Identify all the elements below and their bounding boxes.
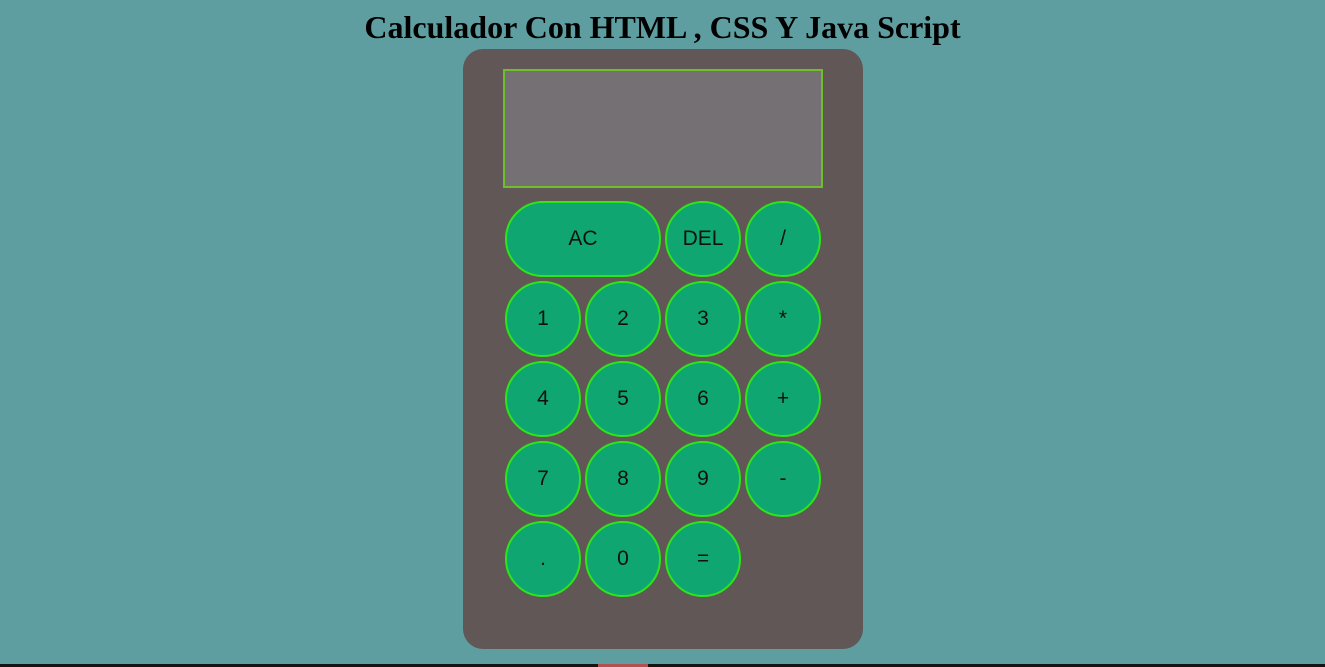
decimal-point-button[interactable]: . bbox=[505, 521, 581, 597]
multiply-button[interactable]: * bbox=[745, 281, 821, 357]
calculator-display bbox=[503, 69, 823, 188]
divide-button[interactable]: / bbox=[745, 201, 821, 277]
equals-button[interactable]: = bbox=[665, 521, 741, 597]
digit-2-button[interactable]: 2 bbox=[585, 281, 661, 357]
minus-button[interactable]: - bbox=[745, 441, 821, 517]
digit-9-button[interactable]: 9 bbox=[665, 441, 741, 517]
digit-5-button[interactable]: 5 bbox=[585, 361, 661, 437]
digit-1-button[interactable]: 1 bbox=[505, 281, 581, 357]
digit-8-button[interactable]: 8 bbox=[585, 441, 661, 517]
calculator-keypad: AC DEL / 1 2 3 * 4 5 6 + 7 8 9 - . 0 = bbox=[505, 201, 825, 597]
digit-7-button[interactable]: 7 bbox=[505, 441, 581, 517]
digit-6-button[interactable]: 6 bbox=[665, 361, 741, 437]
all-clear-button[interactable]: AC bbox=[505, 201, 661, 277]
calculator: AC DEL / 1 2 3 * 4 5 6 + 7 8 9 - . 0 = bbox=[463, 49, 863, 649]
digit-3-button[interactable]: 3 bbox=[665, 281, 741, 357]
page-title: Calculador Con HTML , CSS Y Java Script bbox=[364, 9, 961, 45]
digit-0-button[interactable]: 0 bbox=[585, 521, 661, 597]
digit-4-button[interactable]: 4 bbox=[505, 361, 581, 437]
delete-button[interactable]: DEL bbox=[665, 201, 741, 277]
plus-button[interactable]: + bbox=[745, 361, 821, 437]
